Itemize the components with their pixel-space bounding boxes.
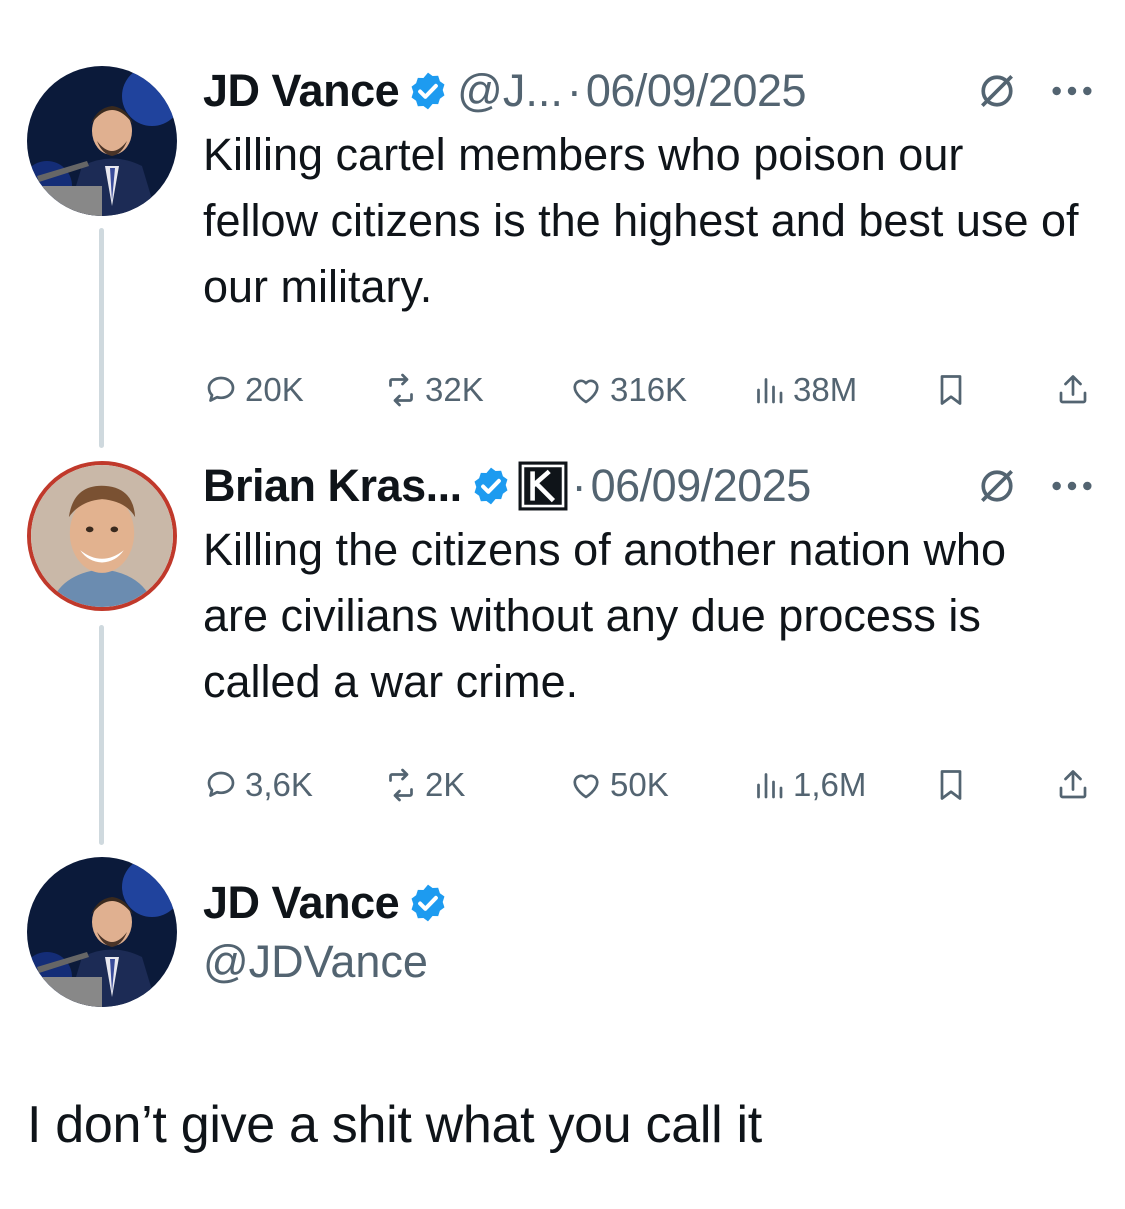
tweet[interactable]: Brian Kras... · 06/09/2025 Killing the c… <box>203 455 1095 807</box>
author-name[interactable]: Brian Kras... <box>203 460 462 512</box>
bookmark-button[interactable] <box>933 368 969 412</box>
bookmark-icon <box>940 375 962 405</box>
share-icon <box>1059 770 1087 799</box>
avatar-brian-krassenstein[interactable] <box>27 461 177 611</box>
tweet-actions: 20K 32K 316K 38M <box>203 368 1095 412</box>
tweet-actions: 3,6K 2K 50K 1,6M <box>203 763 1095 807</box>
reply-button[interactable]: 3,6K <box>203 763 313 807</box>
retweet-count: 2K <box>425 766 466 803</box>
quoted-author-header: JD Vance <box>203 872 449 934</box>
like-count: 50K <box>610 766 669 803</box>
bookmark-icon <box>940 770 962 800</box>
author-name[interactable]: JD Vance <box>203 877 400 929</box>
views-button[interactable]: 1,6M <box>751 763 866 807</box>
retweet-button[interactable]: 32K <box>383 368 484 412</box>
more-icon[interactable] <box>1049 81 1095 101</box>
like-count: 316K <box>610 371 688 408</box>
verified-badge-icon <box>470 465 512 507</box>
tweet-header: JD Vance @J... · 06/09/2025 <box>203 60 1095 122</box>
quoted-author[interactable]: JD Vance @JDVance <box>203 872 449 988</box>
retweet-button[interactable]: 2K <box>383 763 465 807</box>
tweet-header: Brian Kras... · 06/09/2025 <box>203 455 1095 517</box>
share-button[interactable] <box>1055 763 1091 807</box>
retweet-icon <box>389 373 413 407</box>
tweet-text: Killing cartel members who poison our fe… <box>203 129 1079 312</box>
retweet-icon <box>389 768 413 802</box>
slash-circle-icon <box>975 69 1019 113</box>
reply-icon <box>207 771 235 797</box>
like-button[interactable]: 50K <box>568 763 669 807</box>
tweet[interactable]: JD Vance @J... · 06/09/2025 Killing cart… <box>203 60 1095 412</box>
views-count: 38M <box>793 371 858 408</box>
separator: · <box>566 65 582 116</box>
share-icon <box>1059 375 1087 404</box>
reply-caption-text: I don’t give a shit what you call it <box>27 1096 762 1154</box>
tweet-date[interactable]: 06/09/2025 <box>591 460 812 512</box>
slash-circle-icon <box>975 464 1019 508</box>
reply-count: 3,6K <box>245 766 313 803</box>
views-icon <box>757 378 783 404</box>
verified-badge-icon <box>407 70 449 112</box>
views-button[interactable]: 38M <box>751 368 857 412</box>
tweet-date[interactable]: 06/09/2025 <box>586 65 807 117</box>
thread-line <box>99 228 104 448</box>
retweet-count: 32K <box>425 371 484 408</box>
more-icon[interactable] <box>1049 476 1095 496</box>
author-handle[interactable]: @JDVance <box>203 936 449 988</box>
author-name[interactable]: JD Vance <box>203 65 400 117</box>
like-icon <box>573 379 599 404</box>
views-icon <box>757 773 783 799</box>
author-handle[interactable]: @J... <box>457 65 563 117</box>
like-button[interactable]: 316K <box>568 368 687 412</box>
k-logo-icon <box>518 461 568 511</box>
reply-count: 20K <box>245 371 304 408</box>
share-button[interactable] <box>1055 368 1091 412</box>
avatar-jd-vance[interactable] <box>27 857 177 1007</box>
thread-line <box>99 625 104 845</box>
reply-button[interactable]: 20K <box>203 368 304 412</box>
verified-badge-icon <box>407 882 449 924</box>
tweet-text: Killing the citizens of another nation w… <box>203 524 1006 707</box>
bookmark-button[interactable] <box>933 763 969 807</box>
views-count: 1,6M <box>793 766 867 803</box>
like-icon <box>573 774 599 799</box>
separator: · <box>571 460 587 511</box>
reply-icon <box>207 376 235 402</box>
avatar-jd-vance[interactable] <box>27 66 177 216</box>
